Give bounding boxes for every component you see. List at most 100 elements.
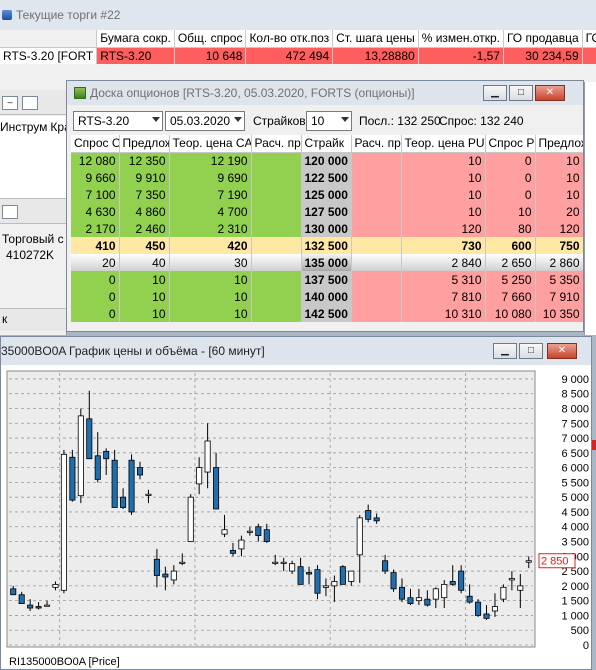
price-chart[interactable]: 05001 0001 5002 0002 5003 0003 5004 0004… (1, 365, 592, 670)
candle[interactable] (69, 449, 76, 502)
short-tab[interactable]: Крат (50, 120, 66, 134)
options-cell[interactable] (351, 254, 402, 271)
trades-cell[interactable]: 10 648 (174, 47, 247, 64)
candle[interactable] (475, 599, 482, 617)
options-cell[interactable]: 9 690 (169, 169, 252, 186)
options-cell[interactable] (351, 305, 402, 322)
options-cell[interactable]: 10 (535, 152, 583, 169)
options-cell[interactable]: 9 910 (119, 169, 170, 186)
options-cell[interactable]: 142 500 (301, 305, 352, 322)
options-cell[interactable] (251, 220, 302, 237)
options-row[interactable]: 0 10 10 140 000 7 810 7 660 7 910 (71, 288, 583, 305)
options-cell[interactable]: 10 (535, 186, 583, 203)
options-cell[interactable] (351, 203, 402, 220)
options-header[interactable]: Спрос PU (485, 135, 536, 153)
date-select[interactable]: 05.03.2020 (165, 111, 245, 131)
maximize-button[interactable]: □ (509, 85, 533, 101)
options-header[interactable]: Теор. цена CALL (169, 135, 252, 153)
trades-cell[interactable]: 30 234,59 (503, 47, 583, 64)
options-cell[interactable]: 4 860 (119, 203, 170, 220)
options-row[interactable]: 0 10 10 137 500 5 310 5 250 5 350 (71, 271, 583, 288)
close-button[interactable]: ✕ (535, 85, 565, 101)
options-cell[interactable] (351, 271, 402, 288)
plot-area[interactable] (6, 370, 536, 648)
options-cell[interactable]: 7 910 (535, 288, 583, 305)
options-cell[interactable]: 137 500 (301, 271, 352, 288)
options-header[interactable]: Расч. пре (351, 135, 402, 153)
instrument-select[interactable]: RTS-3.20 (73, 111, 163, 131)
options-cell[interactable]: 4 700 (169, 203, 252, 220)
options-cell[interactable] (251, 254, 302, 271)
options-cell[interactable]: 120 000 (301, 152, 352, 169)
options-cell[interactable]: 10 (535, 169, 583, 186)
trades-header[interactable]: ГО пок (582, 30, 596, 48)
minimize-button[interactable]: ▁ (483, 85, 507, 101)
options-cell[interactable] (351, 186, 402, 203)
options-header[interactable]: Предлож (535, 135, 583, 153)
options-cell[interactable]: 600 (485, 237, 536, 254)
trades-cell[interactable]: 472 494 (245, 47, 334, 64)
candle[interactable] (60, 449, 67, 594)
options-cell[interactable]: 0 (485, 152, 536, 169)
options-row[interactable]: 2 170 2 460 2 310 130 000 120 80 120 (71, 220, 583, 237)
options-cell[interactable]: 12 080 (71, 152, 120, 169)
options-cell[interactable]: 450 (119, 237, 170, 254)
trades-cell[interactable]: RTS-3.20 (96, 47, 175, 64)
trades-header[interactable]: Кол-во отк.поз (245, 30, 334, 48)
options-row[interactable]: 7 100 7 350 7 190 125 000 10 0 10 (71, 186, 583, 203)
trades-left-cell[interactable]: RTS-3.20 [FORT (0, 47, 98, 64)
options-cell[interactable]: 10 (119, 288, 170, 305)
options-cell[interactable]: 125 000 (301, 186, 352, 203)
trades-titlebar[interactable]: Текущие торги #22 (0, 0, 596, 30)
options-cell[interactable]: 10 (169, 305, 252, 322)
options-cell[interactable]: 7 350 (119, 186, 170, 203)
candle[interactable] (339, 565, 346, 585)
options-cell[interactable]: 10 (401, 186, 486, 203)
trades-header[interactable]: ГО продавца (503, 30, 583, 48)
options-cell[interactable]: 7 100 (71, 186, 120, 203)
options-cell[interactable]: 120 (535, 220, 583, 237)
options-cell[interactable]: 0 (71, 288, 120, 305)
options-header[interactable]: Страйк (301, 135, 352, 153)
options-cell[interactable] (251, 271, 302, 288)
candle[interactable] (128, 454, 135, 515)
options-cell[interactable]: 0 (71, 271, 120, 288)
options-cell[interactable]: 20 (71, 254, 120, 271)
options-cell[interactable] (251, 305, 302, 322)
candle[interactable] (187, 494, 194, 542)
candle[interactable] (390, 569, 397, 592)
options-cell[interactable]: 10 (169, 271, 252, 288)
minimize-icon[interactable]: – (2, 96, 18, 110)
options-cell[interactable]: 140 000 (301, 288, 352, 305)
options-cell[interactable]: 750 (535, 237, 583, 254)
options-cell[interactable] (251, 169, 302, 186)
options-cell[interactable]: 40 (119, 254, 170, 271)
options-cell[interactable] (351, 288, 402, 305)
options-header[interactable]: Предлож (119, 135, 170, 153)
options-cell[interactable]: 7 190 (169, 186, 252, 203)
options-cell[interactable]: 10 (485, 203, 536, 220)
options-cell[interactable]: 10 (169, 288, 252, 305)
options-cell[interactable]: 122 500 (301, 169, 352, 186)
minimize-button[interactable]: ▁ (493, 343, 517, 359)
trades-cell[interactable]: 13,28880 (332, 47, 419, 64)
options-cell[interactable]: 5 250 (485, 271, 536, 288)
trades-header[interactable]: Ст. шага цены (332, 30, 419, 48)
options-cell[interactable]: 2 170 (71, 220, 120, 237)
options-cell[interactable]: 80 (485, 220, 536, 237)
trades-header[interactable]: Общ. спрос (174, 30, 247, 48)
restore-icon[interactable] (22, 96, 38, 110)
options-row[interactable]: 12 080 12 350 12 190 120 000 10 0 10 (71, 152, 583, 169)
options-cell[interactable]: 2 860 (535, 254, 583, 271)
panel-icon[interactable] (2, 205, 18, 219)
options-cell[interactable]: 2 650 (485, 254, 536, 271)
options-header[interactable]: Расч. пре (251, 135, 302, 153)
options-cell[interactable]: 10 (401, 203, 486, 220)
options-header[interactable]: Теор. цена PUT (401, 135, 486, 153)
options-row[interactable]: 410 450 420 132 500 730 600 750 (71, 237, 583, 254)
trades-header[interactable]: % измен.откр. (418, 30, 504, 48)
options-row[interactable]: 4 630 4 860 4 700 127 500 10 10 20 (71, 203, 583, 220)
options-row[interactable]: 9 660 9 910 9 690 122 500 10 0 10 (71, 169, 583, 186)
options-cell[interactable]: 12 350 (119, 152, 170, 169)
options-cell[interactable]: 135 000 (301, 254, 352, 271)
